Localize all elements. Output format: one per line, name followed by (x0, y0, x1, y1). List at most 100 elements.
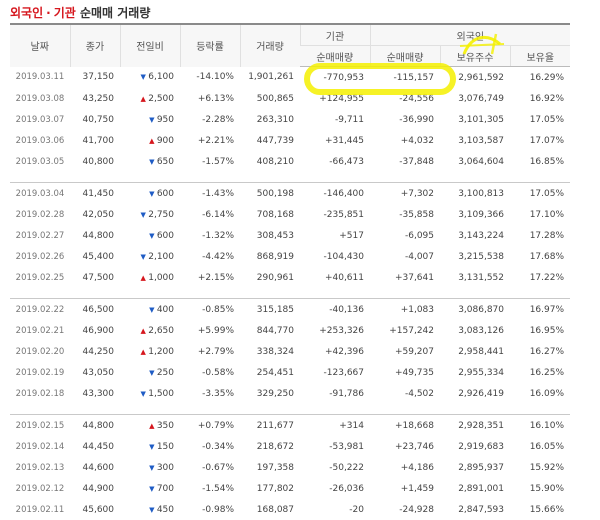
cell-change: ▼250 (120, 362, 180, 383)
cell-foreign-ratio: 17.22% (510, 267, 570, 288)
change-value: 2,650 (148, 326, 174, 336)
cell-inst-net: -26,036 (300, 478, 370, 499)
title-separator: · (46, 6, 51, 20)
cell-rate: -1.32% (180, 225, 240, 246)
cell-foreign-net: +4,032 (370, 130, 440, 151)
cell-foreign-net: +18,668 (370, 415, 440, 437)
cell-foreign-holding: 2,926,419 (440, 383, 510, 404)
cell-volume: 211,677 (240, 415, 300, 437)
cell-rate: -0.85% (180, 299, 240, 321)
cell-foreign-holding: 3,131,552 (440, 267, 510, 288)
cell-volume: 500,865 (240, 88, 300, 109)
cell-change: ▼6,100 (120, 67, 180, 89)
cell-rate: -2.28% (180, 109, 240, 130)
cell-date: 2019.02.12 (10, 478, 70, 499)
table-row: 2019.03.0641,700▲900+2.21%447,739+31,445… (10, 130, 570, 151)
cell-change: ▼700 (120, 478, 180, 499)
cell-change: ▲1,000 (120, 267, 180, 288)
cell-foreign-ratio: 16.97% (510, 299, 570, 321)
cell-date: 2019.02.11 (10, 499, 70, 520)
change-value: 150 (157, 442, 174, 452)
cell-rate: -4.42% (180, 246, 240, 267)
cell-close: 43,250 (70, 88, 120, 109)
cell-foreign-ratio: 16.05% (510, 436, 570, 457)
cell-foreign-holding: 3,086,870 (440, 299, 510, 321)
cell-foreign-net: -6,095 (370, 225, 440, 246)
cell-date: 2019.02.13 (10, 457, 70, 478)
cell-date: 2019.03.08 (10, 88, 70, 109)
highlighter-ellipse (304, 63, 456, 95)
cell-foreign-net: +49,735 (370, 362, 440, 383)
change-value: 1,000 (148, 273, 174, 283)
cell-foreign-holding: 3,101,305 (440, 109, 510, 130)
cell-foreign-ratio: 15.92% (510, 457, 570, 478)
cell-close: 41,700 (70, 130, 120, 151)
arrow-up-icon: ▲ (147, 137, 157, 145)
cell-date: 2019.02.19 (10, 362, 70, 383)
title-foreign: 외국인 (10, 6, 43, 20)
cell-rate: -0.98% (180, 499, 240, 520)
cell-foreign-net: +157,242 (370, 320, 440, 341)
table-body: 2019.03.1137,150▼6,100-14.10%1,901,261-7… (10, 67, 570, 520)
cell-date: 2019.03.07 (10, 109, 70, 130)
cell-change: ▲1,200 (120, 341, 180, 362)
cell-foreign-ratio: 16.92% (510, 88, 570, 109)
cell-inst-net: +253,326 (300, 320, 370, 341)
table-row: 2019.02.2645,400▼2,100-4.42%868,919-104,… (10, 246, 570, 267)
cell-foreign-ratio: 17.05% (510, 109, 570, 130)
cell-inst-net: +517 (300, 225, 370, 246)
cell-change: ▼650 (120, 151, 180, 172)
change-value: 400 (157, 305, 174, 315)
cell-foreign-ratio: 16.85% (510, 151, 570, 172)
table-row: 2019.03.0740,750▼950-2.28%263,310-9,711-… (10, 109, 570, 130)
cell-foreign-net: -4,502 (370, 383, 440, 404)
cell-foreign-holding: 3,143,224 (440, 225, 510, 246)
cell-foreign-holding: 2,958,441 (440, 341, 510, 362)
cell-close: 45,600 (70, 499, 120, 520)
arrow-down-icon: ▼ (147, 232, 157, 240)
table-row: 2019.03.0843,250▲2,500+6.13%500,865+124,… (10, 88, 570, 109)
arrow-down-icon: ▼ (138, 211, 148, 219)
header-change: 전일비 (120, 24, 180, 67)
cell-inst-net: -146,400 (300, 183, 370, 205)
cell-close: 46,500 (70, 299, 120, 321)
table-row: 2019.02.2246,500▼400-0.85%315,185-40,136… (10, 299, 570, 321)
cell-inst-net: -9,711 (300, 109, 370, 130)
cell-change: ▼1,500 (120, 383, 180, 404)
cell-inst-net: -123,667 (300, 362, 370, 383)
cell-rate: -1.43% (180, 183, 240, 205)
cell-foreign-ratio: 16.27% (510, 341, 570, 362)
cell-inst-net: +314 (300, 415, 370, 437)
change-value: 1,200 (148, 347, 174, 357)
cell-date: 2019.02.25 (10, 267, 70, 288)
cell-close: 44,600 (70, 457, 120, 478)
highlighter-mark (458, 30, 506, 60)
cell-change: ▼600 (120, 225, 180, 246)
cell-foreign-net: -37,848 (370, 151, 440, 172)
cell-volume: 315,185 (240, 299, 300, 321)
cell-foreign-net: -36,990 (370, 109, 440, 130)
cell-volume: 408,210 (240, 151, 300, 172)
cell-change: ▼2,750 (120, 204, 180, 225)
cell-date: 2019.02.26 (10, 246, 70, 267)
cell-foreign-holding: 2,928,351 (440, 415, 510, 437)
cell-date: 2019.02.20 (10, 341, 70, 362)
cell-date: 2019.02.27 (10, 225, 70, 246)
cell-foreign-net: +4,186 (370, 457, 440, 478)
header-rate: 등락률 (180, 24, 240, 67)
cell-change: ▲350 (120, 415, 180, 437)
cell-foreign-holding: 2,847,593 (440, 499, 510, 520)
cell-close: 42,050 (70, 204, 120, 225)
cell-rate: -0.67% (180, 457, 240, 478)
arrow-up-icon: ▲ (147, 422, 157, 430)
cell-volume: 263,310 (240, 109, 300, 130)
cell-date: 2019.03.11 (10, 67, 70, 89)
header-date: 날짜 (10, 24, 70, 67)
arrow-down-icon: ▼ (147, 369, 157, 377)
cell-foreign-ratio: 16.95% (510, 320, 570, 341)
title-institution: 기관 (54, 6, 76, 20)
cell-close: 37,150 (70, 67, 120, 89)
cell-volume: 177,802 (240, 478, 300, 499)
arrow-down-icon: ▼ (138, 73, 148, 81)
cell-inst-net: -20 (300, 499, 370, 520)
